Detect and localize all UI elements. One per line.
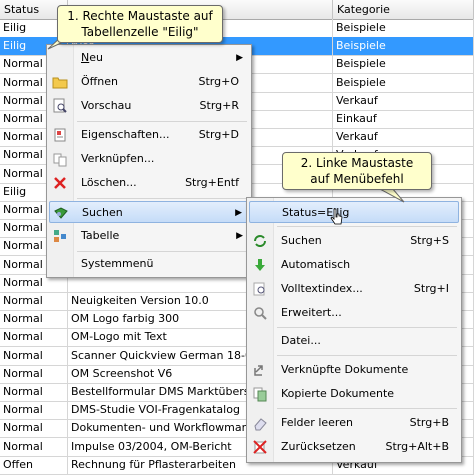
- status-cell[interactable]: Normal: [0, 419, 68, 438]
- menu-item-label: Felder leeren: [281, 416, 353, 429]
- menu-item-shortcut: Strg+Alt+B: [385, 440, 449, 453]
- menu-item-label: Suchen: [82, 206, 123, 219]
- menu-separator: [277, 408, 457, 409]
- menu-item-label: Erweitert...: [281, 306, 342, 319]
- kategorie-cell[interactable]: Beispiele: [333, 19, 474, 37]
- menu-item-label: Zurücksetzen: [281, 440, 356, 453]
- menu-item-label: Systemmenü: [81, 257, 154, 270]
- menu-separator: [77, 121, 247, 122]
- submenu-arrow-icon: ▶: [236, 53, 243, 63]
- menu-item-label: Automatisch: [281, 258, 351, 271]
- kategorie-cell[interactable]: Beispiele: [333, 37, 474, 56]
- menu-item-shortcut: Strg+D: [198, 128, 239, 141]
- delete-icon: [54, 177, 66, 189]
- menu-separator: [277, 327, 457, 328]
- kategorie-cell[interactable]: Beispiele: [333, 55, 474, 74]
- status-cell[interactable]: Normal: [0, 292, 68, 310]
- mouse-cursor-icon: [330, 208, 343, 225]
- search-binoculars-icon: [54, 207, 68, 219]
- submenu-item-felder-leeren[interactable]: Felder leeren Strg+B: [249, 412, 459, 434]
- fulltext-index-icon: [253, 282, 265, 296]
- linked-documents-icon: [254, 365, 263, 376]
- submenu-arrow-icon: ▶: [235, 208, 242, 218]
- menu-item-tabelle[interactable]: Tabelle ▶: [49, 225, 249, 247]
- kategorie-cell[interactable]: Verkauf: [333, 91, 474, 110]
- menu-item-neu[interactable]: Neu ▶: [49, 47, 249, 69]
- menu-item-shortcut: Strg+B: [409, 416, 449, 429]
- menu-item-loeschen[interactable]: Löschen... Strg+Entf: [49, 172, 249, 194]
- column-header-kategorie[interactable]: Kategorie: [333, 0, 474, 19]
- submenu-item-status-eilig[interactable]: Status=Eilig: [249, 201, 459, 223]
- menu-item-shortcut: Strg+I: [413, 282, 449, 295]
- copied-documents-icon: [253, 387, 267, 402]
- menu-separator: [77, 198, 247, 199]
- kategorie-cell[interactable]: Verkauf: [333, 128, 474, 147]
- menu-item-verknuepfen[interactable]: Verknüpfen...: [49, 148, 249, 170]
- menu-item-systemmenue[interactable]: Systemmenü: [49, 253, 249, 275]
- preview-icon: [53, 98, 67, 113]
- status-cell[interactable]: Normal: [0, 328, 68, 347]
- menu-item-suchen[interactable]: Suchen ▶: [49, 201, 249, 223]
- link-icon: [53, 153, 67, 167]
- menu-item-shortcut: Strg+O: [198, 75, 239, 88]
- menu-item-shortcut: Strg+S: [410, 234, 449, 247]
- menu-item-label: Kopierte Dokumente: [281, 387, 395, 400]
- status-cell[interactable]: Normal: [0, 437, 68, 456]
- callout-step-2: 2. Linke Maustaste auf Menübefehl: [282, 152, 432, 190]
- submenu-item-automatisch[interactable]: Automatisch: [249, 254, 459, 276]
- menu-item-label: Suchen: [281, 234, 322, 247]
- status-cell[interactable]: Normal: [0, 346, 68, 365]
- submenu-item-verknuepfte-dokumente[interactable]: Verknüpfte Dokumente: [249, 359, 459, 381]
- menu-item-label: Neu: [81, 51, 103, 64]
- menu-item-label: Verknüpfen...: [81, 152, 155, 165]
- eraser-icon: [254, 418, 267, 431]
- properties-icon: [54, 128, 66, 142]
- magnifier-icon: [254, 307, 267, 320]
- callout-step-1: 1. Rechte Maustaste auf Tabellenzelle "E…: [57, 5, 223, 43]
- kategorie-cell[interactable]: Beispiele: [333, 73, 474, 92]
- submenu-item-suchen[interactable]: Suchen Strg+S: [249, 230, 459, 252]
- menu-item-shortcut: Strg+R: [199, 99, 239, 112]
- reset-icon: [253, 440, 267, 454]
- search-submenu: Status=Eilig Suchen Strg+S Automatisch V…: [246, 197, 462, 463]
- status-cell[interactable]: Normal: [0, 310, 68, 329]
- refresh-search-icon: [254, 235, 266, 247]
- menu-item-label: Eigenschaften...: [81, 128, 170, 141]
- menu-item-label: Öffnen: [81, 75, 118, 88]
- menu-item-shortcut: Strg+Entf: [185, 176, 239, 189]
- submenu-item-volltextindex[interactable]: Volltextindex... Strg+I: [249, 278, 459, 300]
- context-menu: Neu ▶ Öffnen Strg+O Vorschau Strg+R Eige…: [46, 44, 252, 278]
- menu-item-eigenschaften[interactable]: Eigenschaften... Strg+D: [49, 124, 249, 146]
- status-cell[interactable]: Normal: [0, 401, 68, 420]
- menu-separator: [277, 355, 457, 356]
- submenu-arrow-icon: ▶: [236, 231, 243, 241]
- submenu-item-kopierte-dokumente[interactable]: Kopierte Dokumente: [249, 383, 459, 405]
- menu-item-label: Verknüpfte Dokumente: [281, 363, 409, 376]
- status-cell[interactable]: Normal: [0, 364, 68, 383]
- menu-item-oeffnen[interactable]: Öffnen Strg+O: [49, 71, 249, 93]
- menu-item-label: Tabelle: [81, 229, 120, 242]
- menu-separator: [77, 251, 247, 252]
- table-icon: [54, 230, 66, 242]
- submenu-item-zuruecksetzen[interactable]: Zurücksetzen Strg+Alt+B: [249, 436, 459, 458]
- menu-item-label: Löschen...: [81, 176, 137, 189]
- menu-item-label: Volltextindex...: [281, 282, 363, 295]
- submenu-item-datei[interactable]: Datei...: [249, 330, 459, 352]
- status-cell[interactable]: Normal: [0, 383, 68, 401]
- menu-separator: [277, 226, 457, 227]
- arrow-down-icon: [255, 259, 265, 271]
- folder-icon: [52, 77, 68, 89]
- menu-item-label: Vorschau: [81, 99, 132, 112]
- menu-item-vorschau[interactable]: Vorschau Strg+R: [49, 95, 249, 117]
- submenu-item-erweitert[interactable]: Erweitert...: [249, 302, 459, 324]
- kategorie-cell[interactable]: Einkauf: [333, 110, 474, 128]
- status-cell[interactable]: Offen: [0, 455, 68, 474]
- menu-item-label: Datei...: [281, 334, 321, 347]
